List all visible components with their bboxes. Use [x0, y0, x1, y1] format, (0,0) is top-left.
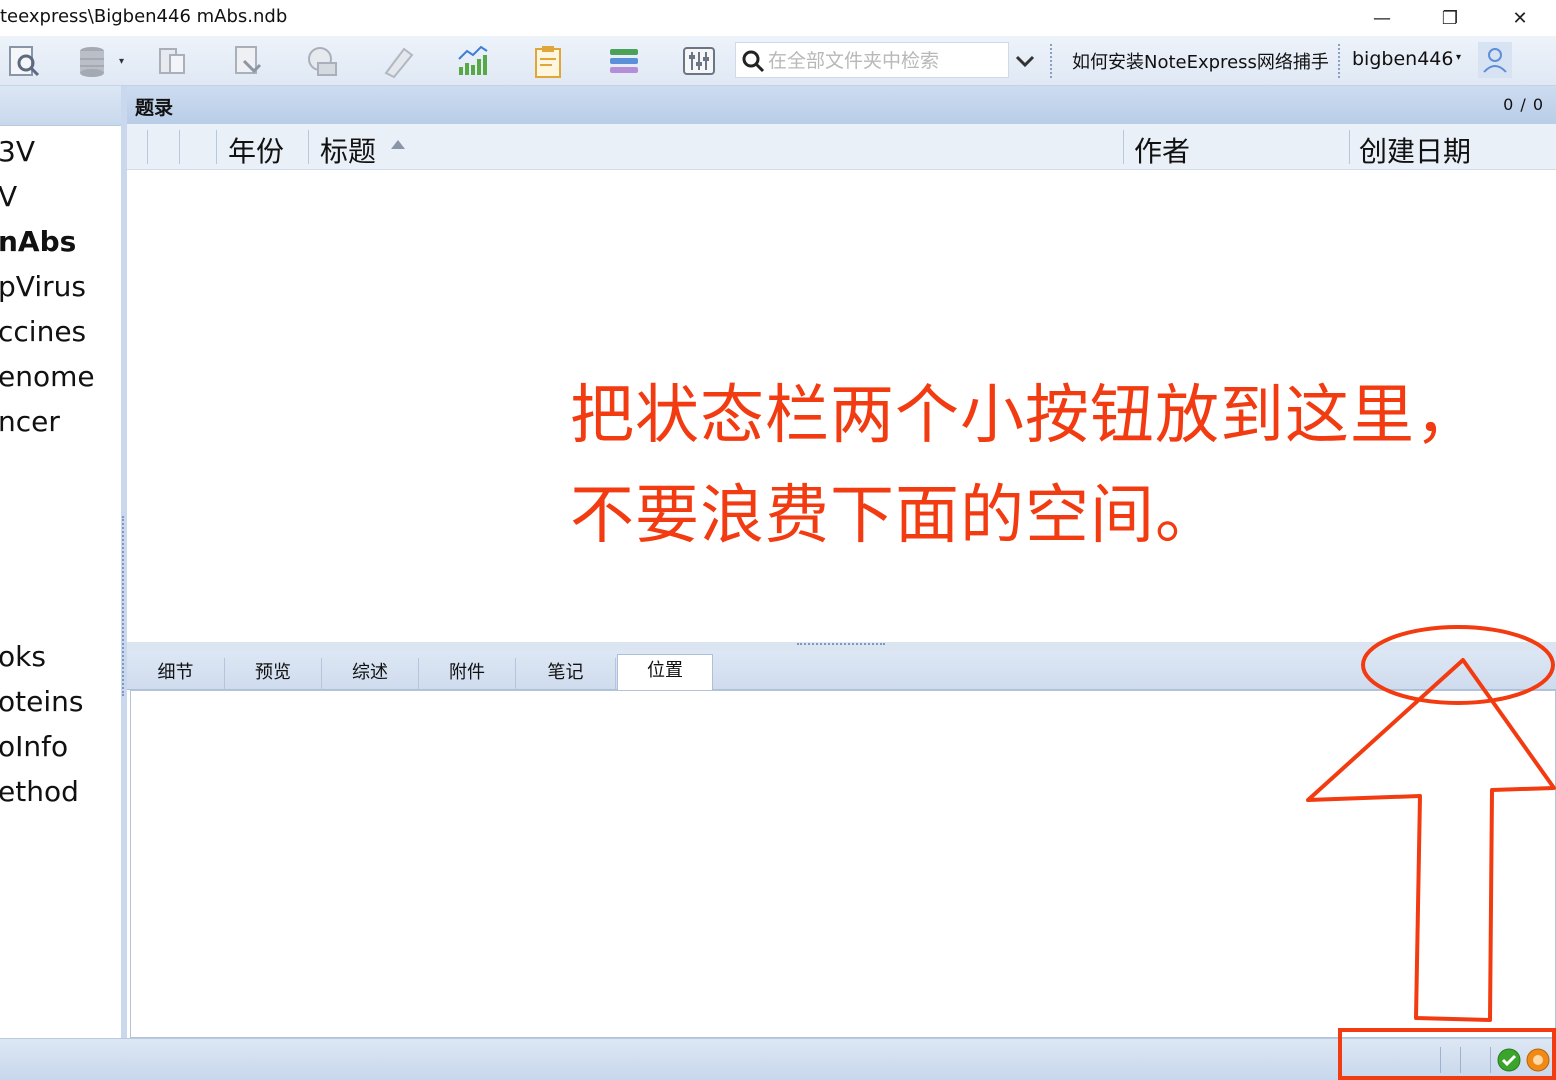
splitter-grip: [797, 643, 885, 646]
user-icon[interactable]: [1478, 42, 1512, 78]
folder-item[interactable]: pVirus: [0, 270, 86, 303]
column-divider[interactable]: [1123, 130, 1124, 164]
clipboard-icon[interactable]: [530, 43, 566, 79]
window-title: teexpress\Bigben446 mAbs.ndb: [0, 6, 288, 27]
layers-icon[interactable]: [606, 43, 642, 79]
tab-preview[interactable]: 预览: [225, 658, 322, 690]
column-author[interactable]: 作者: [1134, 130, 1190, 170]
folder-item[interactable]: 3V: [0, 135, 35, 168]
close-button[interactable]: ✕: [1490, 0, 1550, 36]
tab-attachments[interactable]: 附件: [419, 658, 516, 690]
pane-title: 题录: [135, 97, 174, 119]
folder-item[interactable]: ethod: [0, 775, 79, 808]
status-bar: [0, 1038, 1556, 1080]
column-divider[interactable]: [216, 130, 217, 164]
folder-item[interactable]: oks: [0, 640, 46, 673]
import-icon[interactable]: [230, 43, 266, 79]
detail-content[interactable]: [130, 690, 1556, 1038]
horizontal-splitter[interactable]: [127, 642, 1556, 650]
column-divider[interactable]: [1349, 130, 1350, 164]
folder-item[interactable]: V: [0, 180, 17, 213]
reference-pane-header: 题录 0 / 0: [127, 86, 1556, 124]
folder-item[interactable]: oInfo: [0, 730, 68, 763]
annotation-line-2: 不要浪费下面的空间。: [570, 479, 1220, 553]
toolbar: ▾ 如何安装NoteExpress网络捕手 bigben446 ▾: [0, 36, 1556, 86]
folder-tree: 3V VnAbs pVirus ccines enome ncer oks oteins oIn…: [0, 86, 121, 1038]
folder-item[interactable]: enome: [0, 360, 95, 393]
restore-button[interactable]: ❐: [1420, 0, 1480, 36]
sort-ascending-icon: [391, 140, 405, 149]
search-input[interactable]: [768, 47, 1004, 75]
minimize-button[interactable]: —: [1352, 0, 1412, 36]
online-search-icon[interactable]: [304, 43, 340, 79]
column-divider[interactable]: [308, 130, 309, 164]
tab-summary[interactable]: 综述: [322, 658, 419, 690]
status-separator: [1460, 1047, 1461, 1073]
tab-location[interactable]: 位置: [617, 654, 713, 691]
database-icon[interactable]: [74, 43, 110, 79]
status-ok-icon[interactable]: [1496, 1047, 1522, 1073]
help-link[interactable]: 如何安装NoteExpress网络捕手: [1072, 48, 1329, 74]
splitter-grip: [122, 516, 125, 696]
column-title[interactable]: 标题: [320, 130, 376, 170]
export-icon[interactable]: [154, 43, 190, 79]
status-sync-icon[interactable]: [1525, 1047, 1551, 1073]
folder-tree-header: [0, 86, 121, 126]
folder-item[interactable]: ncer: [0, 405, 60, 438]
annotation-line-1: 把状态栏两个小按钮放到这里，: [570, 379, 1480, 453]
settings-icon[interactable]: [681, 43, 717, 79]
column-divider[interactable]: [179, 130, 180, 164]
detail-tabs: 细节 预览 综述 附件 笔记 位置: [127, 650, 1556, 691]
toolbar-separator: [1338, 44, 1340, 78]
search-doc-icon[interactable]: [6, 43, 42, 79]
tab-notes[interactable]: 笔记: [516, 658, 616, 690]
search-box[interactable]: [735, 42, 1009, 78]
record-count: 0 / 0: [1503, 95, 1544, 114]
status-separator: [1490, 1047, 1491, 1073]
column-header-row: 年份 标题 作者 创建日期: [127, 124, 1556, 170]
tag-icon[interactable]: [380, 43, 416, 79]
tab-details[interactable]: 细节: [127, 658, 225, 690]
folder-item[interactable]: nAbs: [0, 225, 76, 258]
folder-item[interactable]: ccines: [0, 315, 86, 348]
folder-item[interactable]: oteins: [0, 685, 83, 718]
user-menu[interactable]: bigben446: [1352, 48, 1453, 70]
search-dropdown-icon[interactable]: [1012, 50, 1038, 72]
column-created-date[interactable]: 创建日期: [1359, 130, 1471, 170]
toolbar-separator: [1050, 44, 1052, 78]
search-icon: [742, 50, 765, 73]
user-dropdown[interactable]: ▾: [1456, 52, 1461, 63]
status-separator: [1440, 1047, 1441, 1073]
database-dropdown[interactable]: ▾: [119, 56, 124, 67]
column-year[interactable]: 年份: [228, 130, 284, 170]
chart-icon[interactable]: [455, 43, 491, 79]
title-bar: teexpress\Bigben446 mAbs.ndb — ❐ ✕: [0, 0, 1556, 36]
column-divider[interactable]: [147, 130, 148, 164]
